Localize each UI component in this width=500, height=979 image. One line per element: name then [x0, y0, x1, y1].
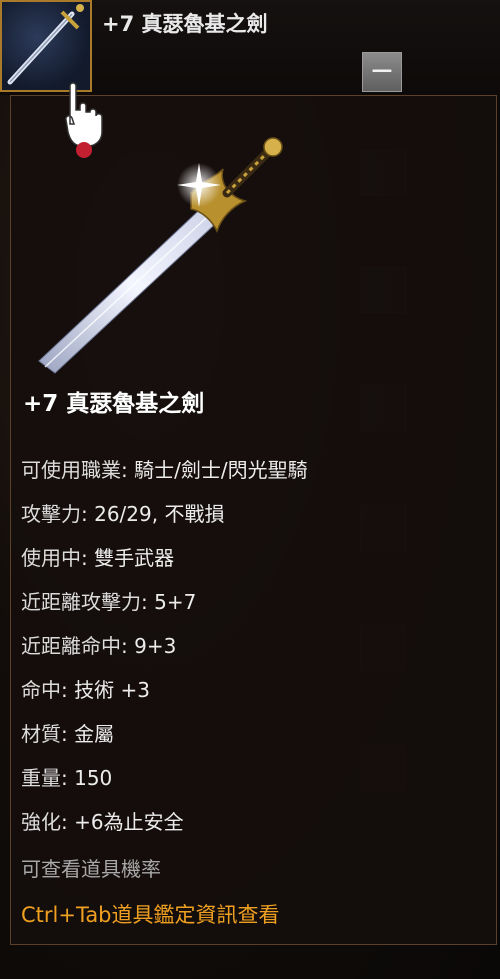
stat-job: 可使用職業: 騎士/劍士/閃光聖騎 — [21, 454, 308, 483]
stat-label: 強化 — [21, 810, 61, 834]
item-window: +7 真瑟魯基之劍 − +7 真瑟魯基之劍 可使用職業: 騎士/劍士/閃光聖騎 … — [0, 0, 500, 979]
stat-melee-attack: 近距離攻擊力: 5+7 — [21, 586, 196, 615]
stat-value: 26/29, 不戰損 — [94, 502, 225, 526]
stat-material: 材質: 金屬 — [21, 718, 114, 747]
stat-separator: : — [61, 722, 75, 746]
stat-label: 近距離攻擊力 — [21, 590, 141, 614]
stat-label: 使用中 — [21, 546, 81, 570]
hand-cursor-icon — [65, 82, 103, 158]
stat-separator: : — [121, 458, 135, 482]
sword-thumbnail-icon[interactable] — [0, 0, 92, 92]
stat-value: 金屬 — [74, 722, 115, 746]
stat-in-use: 使用中: 雙手武器 — [21, 542, 174, 571]
stat-separator: : — [121, 634, 135, 658]
stat-value: 雙手武器 — [94, 546, 175, 570]
stat-weight: 重量: 150 — [21, 762, 112, 791]
stat-value: 150 — [74, 766, 113, 790]
stat-value: 騎士/劍士/閃光聖騎 — [134, 458, 308, 482]
item-tooltip: +7 真瑟魯基之劍 可使用職業: 騎士/劍士/閃光聖騎 攻擊力: 26/29, … — [10, 95, 497, 945]
stat-label: 可使用職業 — [21, 458, 121, 482]
stat-label: 攻擊力 — [21, 502, 81, 526]
stat-label: 重量 — [21, 766, 61, 790]
stat-label: 命中 — [21, 678, 61, 702]
stat-hit: 命中: 技術 +3 — [21, 674, 150, 703]
stat-value: 5+7 — [154, 590, 197, 614]
stat-attack: 攻擊力: 26/29, 不戰損 — [21, 498, 224, 527]
identify-info-hint: Ctrl+Tab道具鑑定資訊查看 — [21, 903, 280, 927]
stat-separator: : — [81, 502, 95, 526]
collapse-button[interactable]: − — [362, 52, 402, 92]
item-name: +7 真瑟魯基之劍 — [23, 391, 205, 417]
header-item-title: +7 真瑟魯基之劍 — [102, 12, 268, 36]
stat-value: +6為止安全 — [74, 810, 184, 834]
stat-separator: : — [141, 590, 155, 614]
stat-enhance: 強化: +6為止安全 — [21, 806, 184, 835]
stat-label: 材質 — [21, 722, 61, 746]
item-probability-hint: 可查看道具機率 — [21, 857, 161, 881]
stat-value: 技術 +3 — [74, 678, 150, 702]
stat-separator: : — [81, 546, 95, 570]
stat-label: 近距離命中 — [21, 634, 121, 658]
stat-value: 9+3 — [134, 634, 177, 658]
stat-separator: : — [61, 678, 75, 702]
stat-separator: : — [61, 810, 75, 834]
stat-separator: : — [61, 766, 75, 790]
stat-melee-hit: 近距離命中: 9+3 — [21, 630, 176, 659]
